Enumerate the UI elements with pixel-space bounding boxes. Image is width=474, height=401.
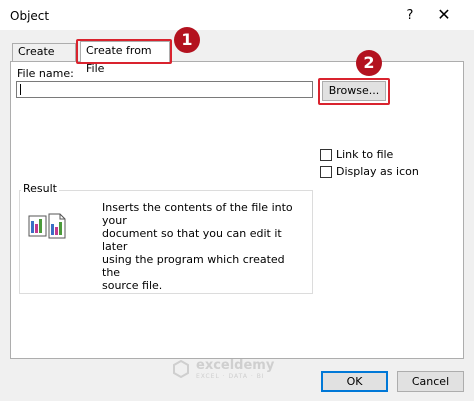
dialog-title: Object	[10, 9, 50, 23]
document-objects-icon	[28, 213, 66, 239]
result-line: Inserts the contents of the file into yo…	[102, 201, 293, 227]
close-button[interactable]: ✕	[432, 4, 456, 26]
result-legend: Result	[21, 182, 59, 195]
tab-create-new[interactable]: Create New	[12, 43, 76, 74]
object-dialog: Object ? ✕ Create New Create from File 1…	[0, 0, 474, 401]
annotation-badge-2: 2	[356, 50, 382, 76]
annotation-highlight-tab	[76, 39, 172, 64]
watermark-name: exceldemy	[196, 358, 275, 373]
result-line: source file.	[102, 279, 163, 292]
help-button[interactable]: ?	[400, 6, 420, 26]
display-as-icon-checkbox[interactable]	[320, 166, 332, 178]
result-line: document so that you can edit it later	[102, 227, 282, 253]
file-name-input[interactable]	[16, 81, 313, 98]
browse-button[interactable]: Browse...	[322, 81, 386, 101]
title-bar: Object ? ✕	[0, 0, 474, 30]
link-to-file-label[interactable]: Link to file	[336, 148, 393, 161]
text-caret	[20, 84, 21, 95]
display-as-icon-label[interactable]: Display as icon	[336, 165, 419, 178]
ok-button[interactable]: OK	[321, 371, 388, 392]
cancel-button[interactable]: Cancel	[397, 371, 464, 392]
result-line: using the program which created the	[102, 253, 285, 279]
annotation-badge-1: 1	[174, 27, 200, 53]
file-name-label: File name:	[17, 67, 74, 80]
exceldemy-logo-icon	[173, 360, 189, 378]
result-description: Inserts the contents of the file into yo…	[102, 201, 302, 292]
watermark-tagline: EXCEL · DATA · BI	[196, 373, 265, 380]
link-to-file-checkbox[interactable]	[320, 149, 332, 161]
